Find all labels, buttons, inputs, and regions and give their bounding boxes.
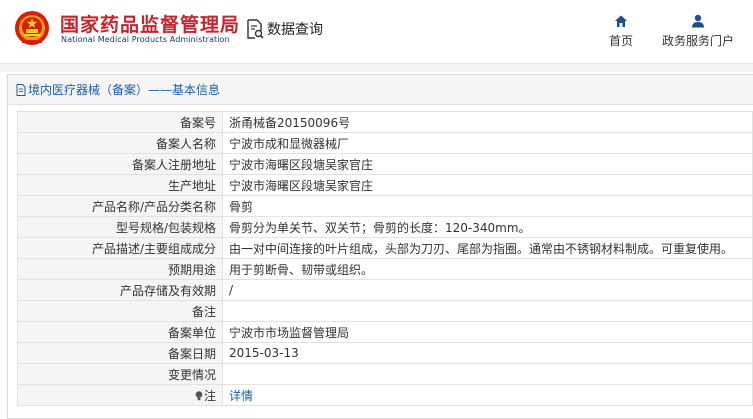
row-label: 型号规格/包装规格 (17, 216, 223, 238)
national-emblem-icon (15, 11, 49, 45)
note-label-cell: 注 (17, 384, 223, 406)
home-icon (615, 15, 627, 27)
table-row: 备注 (17, 300, 753, 322)
row-label: 注 (203, 388, 216, 403)
table-row: 生产地址 宁波市海曙区段塘吴家官庄 (17, 174, 753, 196)
note-value-cell: 详情 (222, 384, 753, 406)
table-row: 备案单位 宁波市市场监督管理局 (17, 321, 753, 343)
details-link[interactable]: 详情 (229, 389, 253, 403)
row-label: 产品存储及有效期 (17, 279, 223, 301)
row-label: 备案单位 (17, 321, 223, 343)
row-value: 宁波市海曙区段塘吴家官庄 (222, 174, 753, 196)
record-info-table: 备案号 浙甬械备20150096号 备案人名称 宁波市成和显微器械厂 备案人注册… (17, 111, 753, 406)
table-row: 备案人名称 宁波市成和显微器械厂 (17, 132, 753, 154)
row-value: 宁波市市场监督管理局 (222, 321, 753, 343)
row-value (222, 363, 753, 385)
user-icon (692, 14, 704, 28)
panel-title: 境内医疗器械（备案）——基本信息 (28, 83, 221, 97)
row-value: / (222, 279, 753, 301)
lightbulb-icon (195, 390, 203, 400)
table-row: 产品名称/产品分类名称 骨剪 (17, 195, 753, 217)
row-label: 备案日期 (17, 342, 223, 364)
row-label: 产品名称/产品分类名称 (17, 195, 223, 217)
row-label: 备案号 (17, 111, 223, 133)
row-value: 2015-03-13 (222, 342, 753, 364)
row-label: 生产地址 (17, 174, 223, 196)
table-row: 注 详情 (17, 384, 753, 406)
table-row: 型号规格/包装规格 骨剪分为单关节、双关节；骨剪的长度：120-340mm。 (17, 216, 753, 238)
row-label: 备案人名称 (17, 132, 223, 154)
table-row: 备案日期 2015-03-13 (17, 342, 753, 364)
table-row: 产品描述/主要组成成分 由一对中间连接的叶片组成，头部为刀刃、尾部为指圈。通常由… (17, 237, 753, 259)
table-row: 备案号 浙甬械备20150096号 (17, 111, 753, 133)
nav-service-portal-label: 政务服务门户 (661, 34, 734, 48)
panel-header: 境内医疗器械（备案）——基本信息 (8, 75, 753, 105)
row-value: 骨剪分为单关节、双关节；骨剪的长度：120-340mm。 (222, 216, 753, 238)
row-value: 由一对中间连接的叶片组成，头部为刀刃、尾部为指圈。通常由不锈钢材料制成。可重复使… (222, 237, 753, 259)
basic-info-panel: 境内医疗器械（备案）——基本信息 备案号 浙甬械备20150096号 备案人名称… (7, 74, 753, 419)
table-row: 备案人注册地址 宁波市海曙区段塘吴家官庄 (17, 153, 753, 175)
row-value: 宁波市海曙区段塘吴家官庄 (222, 153, 753, 175)
row-value: 骨剪 (222, 195, 753, 217)
nav-home[interactable]: 首页 (606, 14, 636, 49)
table-row: 预期用途 用于剪断骨、韧带或组织。 (17, 258, 753, 280)
row-value: 浙甬械备20150096号 (222, 111, 753, 133)
document-search-icon (247, 19, 264, 39)
site-header: 国家药品监督管理局 National Medical Products Admi… (0, 0, 753, 64)
row-label: 预期用途 (17, 258, 223, 280)
site-logo-title[interactable]: 国家药品监督管理局 (60, 10, 240, 37)
row-value (222, 300, 753, 322)
row-label: 备案人注册地址 (17, 153, 223, 175)
row-label: 备注 (17, 300, 223, 322)
table-row: 变更情况 (17, 363, 753, 385)
site-logo-subtitle: National Medical Products Administration (61, 35, 230, 44)
nav-service-portal[interactable]: 政务服务门户 (660, 14, 736, 49)
row-label: 产品描述/主要组成成分 (17, 237, 223, 259)
row-value: 宁波市成和显微器械厂 (222, 132, 753, 154)
data-query-label: 数据查询 (267, 22, 323, 38)
nav-home-label: 首页 (608, 34, 633, 48)
header-gap-band (0, 64, 753, 72)
table-row: 产品存储及有效期 / (17, 279, 753, 301)
document-icon (16, 83, 26, 96)
row-label: 变更情况 (17, 363, 223, 385)
row-value: 用于剪断骨、韧带或组织。 (222, 258, 753, 280)
data-query-link[interactable]: 数据查询 (246, 18, 323, 40)
